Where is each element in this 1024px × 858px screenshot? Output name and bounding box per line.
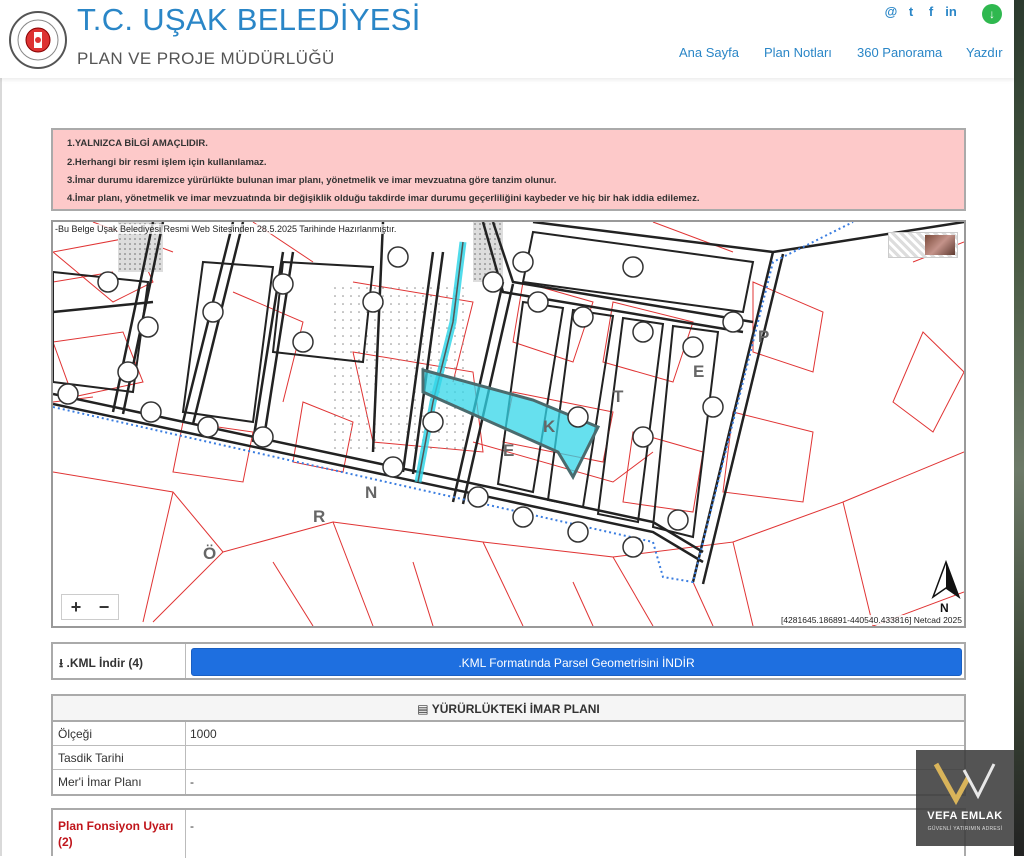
row-key: Ölçeği: [58, 727, 93, 741]
row-value: -: [190, 819, 194, 833]
site-subtitle: PLAN VE PROJE MÜDÜRLÜĞÜ: [77, 49, 335, 68]
map-canvas[interactable]: Ö R N E K T E P N: [53, 222, 964, 626]
road-letter: N: [365, 483, 377, 502]
background-edge-strip: [1014, 0, 1024, 856]
row-key: Mer'i İmar Planı: [58, 775, 142, 789]
zoom-in-button[interactable]: +: [71, 597, 82, 618]
north-label: N: [940, 601, 949, 615]
kml-download-button[interactable]: .KML Formatında Parsel Geometrisini İNDİ…: [191, 648, 962, 676]
row-value: -: [190, 775, 194, 789]
site-header: T.C. UŞAK BELEDİYESİ PLAN VE PROJE MÜDÜR…: [0, 0, 1014, 78]
nav-print[interactable]: Yazdır: [966, 45, 1003, 60]
disclaimer-line: 4.İmar planı, yönetmelik ve imar mevzuat…: [67, 193, 700, 204]
road-letter: E: [503, 441, 514, 460]
nav-360-panorama[interactable]: 360 Panorama: [857, 45, 942, 60]
kml-label: ⭳ .KML İndir (4): [59, 656, 143, 670]
layer-switcher[interactable]: [888, 232, 958, 258]
at-icon[interactable]: @: [884, 4, 898, 19]
facebook-icon[interactable]: f: [924, 4, 938, 19]
disclaimer-line: 1.YALNIZCA BİLGİ AMAÇLIDIR.: [67, 138, 208, 149]
satellite-thumbnail: [925, 235, 955, 255]
download-icon[interactable]: ↓: [982, 4, 1002, 24]
left-border: [0, 78, 2, 856]
road-letter: R: [313, 507, 325, 526]
vefa-emlak-watermark: VEFA EMLAK GÜVENLİ YATIRIMIN ADRESİ: [916, 750, 1014, 846]
zoom-control: + −: [61, 594, 119, 620]
disclaimer-line: 3.İmar durumu idaremizce yürürlükte bulu…: [67, 175, 557, 186]
plan-heading: ▤ YÜRÜRLÜKTEKİ İMAR PLANI: [53, 696, 964, 722]
disclaimer-line: 2.Herhangi bir resmi işlem için kullanıl…: [67, 157, 267, 168]
row-key: Plan Fonsiyon Uyarı (2): [58, 819, 174, 849]
road-letter: Ö: [203, 544, 216, 563]
road-letter: T: [613, 387, 624, 406]
north-arrow-icon: N: [931, 559, 961, 615]
row-value: 1000: [190, 727, 217, 741]
nav-plan-notes[interactable]: Plan Notları: [764, 45, 832, 60]
linkedin-icon[interactable]: in: [944, 4, 958, 19]
divider: [185, 644, 186, 678]
row-key: Tasdik Tarihi: [58, 751, 124, 765]
watermark-tagline: GÜVENLİ YATIRIMIN ADRESİ: [927, 826, 1003, 832]
zoom-out-button[interactable]: −: [99, 597, 110, 618]
green-area-dots: [328, 282, 468, 452]
list-icon: ▤: [417, 702, 429, 716]
twitter-icon[interactable]: t: [904, 4, 918, 19]
road-letter: P: [758, 327, 769, 346]
vefa-logo-icon: [933, 762, 996, 806]
municipality-seal-icon[interactable]: [8, 10, 68, 70]
kml-download-row: ⭳ .KML İndir (4) .KML Formatında Parsel …: [51, 642, 966, 680]
watermark-brand: VEFA EMLAK: [927, 810, 1003, 822]
plan-function-warning-row: Plan Fonsiyon Uyarı (2) -: [51, 808, 966, 858]
nav-home[interactable]: Ana Sayfa: [679, 45, 739, 60]
table-row: Mer'i İmar Planı -: [53, 770, 964, 794]
site-title[interactable]: T.C. UŞAK BELEDİYESİ: [77, 2, 421, 38]
zoning-plan-table: ▤ YÜRÜRLÜKTEKİ İMAR PLANI Ölçeği 1000 Ta…: [51, 694, 966, 796]
map-caption: -Bu Belge Uşak Belediyesi Resmi Web Site…: [55, 224, 397, 234]
map-coordinates: [4281645.186891-440540.433816] Netcad 20…: [780, 615, 962, 625]
table-row: Tasdik Tarihi: [53, 746, 964, 770]
zoning-map[interactable]: Ö R N E K T E P N -Bu Belge Uşak Belediy…: [51, 220, 966, 628]
table-row: Ölçeği 1000: [53, 722, 964, 746]
download-icon: ⭳: [59, 656, 64, 670]
social-links: @ t f in: [884, 4, 958, 19]
road-letter: K: [543, 417, 556, 436]
road-letter: E: [693, 362, 704, 381]
disclaimer-box: 1.YALNIZCA BİLGİ AMAÇLIDIR. 2.Herhangi b…: [51, 128, 966, 211]
